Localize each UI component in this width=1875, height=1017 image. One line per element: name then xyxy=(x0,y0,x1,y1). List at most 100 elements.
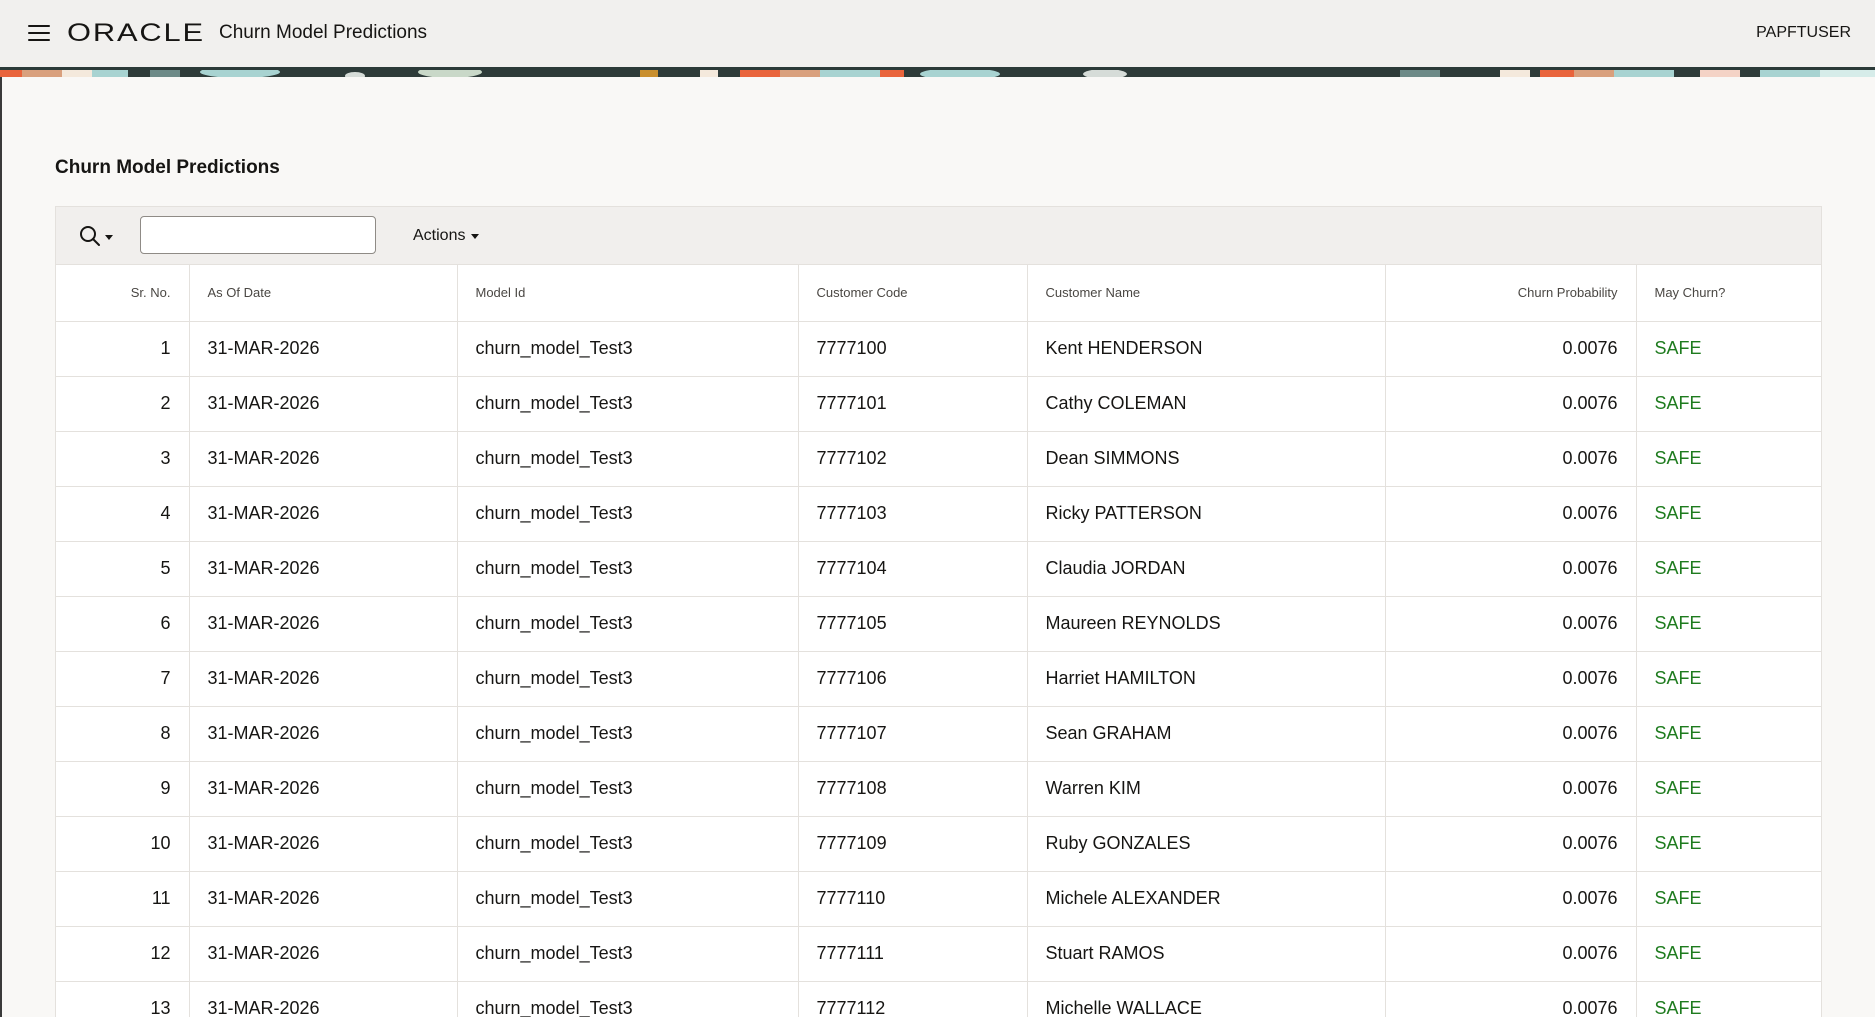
sr-no-cell: 10 xyxy=(56,816,190,872)
sr-no-cell: 6 xyxy=(56,596,190,652)
model-id-cell: churn_model_Test3 xyxy=(457,816,799,872)
as-of-date-cell: 31-MAR-2026 xyxy=(189,926,458,982)
app-header: ORACLE Churn Model Predictions PAPFTUSER xyxy=(0,0,1875,67)
model-id-cell: churn_model_Test3 xyxy=(457,486,799,542)
customer-name-cell: Maureen REYNOLDS xyxy=(1027,596,1386,652)
column-header-customer-code[interactable]: Customer Code xyxy=(798,265,1028,322)
model-id-cell: churn_model_Test3 xyxy=(457,431,799,487)
customer-code-cell: 7777110 xyxy=(798,871,1028,927)
customer-name-cell: Michelle WALLACE xyxy=(1027,981,1386,1017)
customer-name-cell: Kent HENDERSON xyxy=(1027,321,1386,377)
column-header-model-id[interactable]: Model Id xyxy=(457,265,799,322)
sr-no-cell: 12 xyxy=(56,926,190,982)
sr-no-cell: 1 xyxy=(56,321,190,377)
sr-no-cell: 13 xyxy=(56,981,190,1017)
table-row[interactable]: 4 31-MAR-2026 churn_model_Test3 7777103 Rick… xyxy=(56,486,1821,542)
may-churn-cell: SAFE xyxy=(1636,871,1821,927)
table-row[interactable]: 6 31-MAR-2026 churn_model_Test3 7777105 Maur… xyxy=(56,596,1821,652)
table-row[interactable]: 5 31-MAR-2026 churn_model_Test3 7777104 Clau… xyxy=(56,541,1821,597)
as-of-date-cell: 31-MAR-2026 xyxy=(189,596,458,652)
may-churn-cell: SAFE xyxy=(1636,486,1821,542)
sr-no-cell: 9 xyxy=(56,761,190,817)
column-header-may-churn[interactable]: May Churn? xyxy=(1636,265,1821,322)
may-churn-cell: SAFE xyxy=(1636,541,1821,597)
as-of-date-cell: 31-MAR-2026 xyxy=(189,431,458,487)
customer-code-cell: 7777100 xyxy=(798,321,1028,377)
customer-name-cell: Ricky PATTERSON xyxy=(1027,486,1386,542)
customer-name-cell: Warren KIM xyxy=(1027,761,1386,817)
customer-name-cell: Harriet HAMILTON xyxy=(1027,651,1386,707)
churn-probability-cell: 0.0076 xyxy=(1385,926,1637,982)
customer-code-cell: 7777107 xyxy=(798,706,1028,762)
table-row[interactable]: 11 31-MAR-2026 churn_model_Test3 7777110 Mic… xyxy=(56,871,1821,927)
grid-toolbar: Actions xyxy=(55,206,1822,265)
churn-probability-cell: 0.0076 xyxy=(1385,816,1637,872)
as-of-date-cell: 31-MAR-2026 xyxy=(189,981,458,1017)
churn-probability-cell: 0.0076 xyxy=(1385,541,1637,597)
churn-probability-cell: 0.0076 xyxy=(1385,376,1637,432)
actions-label: Actions xyxy=(413,227,466,244)
sr-no-cell: 8 xyxy=(56,706,190,762)
churn-probability-cell: 0.0076 xyxy=(1385,871,1637,927)
window-edge xyxy=(0,77,2,1017)
customer-code-cell: 7777105 xyxy=(798,596,1028,652)
may-churn-cell: SAFE xyxy=(1636,376,1821,432)
column-header-churn-probability[interactable]: Churn Probability xyxy=(1385,265,1637,322)
customer-code-cell: 7777102 xyxy=(798,431,1028,487)
table-row[interactable]: 8 31-MAR-2026 churn_model_Test3 7777107 Sean… xyxy=(56,706,1821,762)
sr-no-cell: 2 xyxy=(56,376,190,432)
may-churn-cell: SAFE xyxy=(1636,761,1821,817)
as-of-date-cell: 31-MAR-2026 xyxy=(189,321,458,377)
customer-name-cell: Cathy COLEMAN xyxy=(1027,376,1386,432)
model-id-cell: churn_model_Test3 xyxy=(457,981,799,1017)
page-title: Churn Model Predictions xyxy=(55,157,280,178)
may-churn-cell: SAFE xyxy=(1636,651,1821,707)
table-row[interactable]: 1 31-MAR-2026 churn_model_Test3 7777100 Kent… xyxy=(56,321,1821,377)
column-header-customer-name[interactable]: Customer Name xyxy=(1027,265,1386,322)
chevron-down-icon xyxy=(105,235,113,240)
customer-name-cell: Stuart RAMOS xyxy=(1027,926,1386,982)
table-row[interactable]: 9 31-MAR-2026 churn_model_Test3 7777108 Warr… xyxy=(56,761,1821,817)
may-churn-cell: SAFE xyxy=(1636,706,1821,762)
customer-code-cell: 7777106 xyxy=(798,651,1028,707)
search-options-button[interactable] xyxy=(74,221,118,251)
model-id-cell: churn_model_Test3 xyxy=(457,321,799,377)
search-input[interactable] xyxy=(140,216,376,254)
table-row[interactable]: 13 31-MAR-2026 churn_model_Test3 7777112 Mic… xyxy=(56,981,1821,1017)
customer-code-cell: 7777108 xyxy=(798,761,1028,817)
table-row[interactable]: 3 31-MAR-2026 churn_model_Test3 7777102 Dean… xyxy=(56,431,1821,487)
decorative-banner xyxy=(0,67,1875,77)
model-id-cell: churn_model_Test3 xyxy=(457,376,799,432)
churn-probability-cell: 0.0076 xyxy=(1385,761,1637,817)
column-header-sr-no[interactable]: Sr. No. xyxy=(56,265,190,322)
as-of-date-cell: 31-MAR-2026 xyxy=(189,706,458,762)
table-row[interactable]: 2 31-MAR-2026 churn_model_Test3 7777101 Cath… xyxy=(56,376,1821,432)
model-id-cell: churn_model_Test3 xyxy=(457,706,799,762)
app-title: Churn Model Predictions xyxy=(219,22,428,43)
hamburger-menu-icon[interactable] xyxy=(26,22,52,44)
customer-name-cell: Sean GRAHAM xyxy=(1027,706,1386,762)
sr-no-cell: 3 xyxy=(56,431,190,487)
column-header-as-of-date[interactable]: As Of Date xyxy=(189,265,458,322)
table-row[interactable]: 12 31-MAR-2026 churn_model_Test3 7777111 Stu… xyxy=(56,926,1821,982)
customer-name-cell: Ruby GONZALES xyxy=(1027,816,1386,872)
oracle-logo: ORACLE xyxy=(67,19,204,47)
churn-probability-cell: 0.0076 xyxy=(1385,706,1637,762)
table-header-row: Sr. No. As Of Date Model Id Customer Cod… xyxy=(56,265,1821,322)
search-icon xyxy=(80,226,113,246)
user-menu[interactable]: PAPFTUSER xyxy=(1756,21,1851,45)
customer-code-cell: 7777109 xyxy=(798,816,1028,872)
table-row[interactable]: 10 31-MAR-2026 churn_model_Test3 7777109 Rub… xyxy=(56,816,1821,872)
churn-probability-cell: 0.0076 xyxy=(1385,596,1637,652)
chevron-down-icon xyxy=(471,233,480,239)
sr-no-cell: 11 xyxy=(56,871,190,927)
customer-name-cell: Michele ALEXANDER xyxy=(1027,871,1386,927)
may-churn-cell: SAFE xyxy=(1636,981,1821,1017)
table-body: 1 31-MAR-2026 churn_model_Test3 7777100 Kent… xyxy=(56,321,1821,1017)
table-row[interactable]: 7 31-MAR-2026 churn_model_Test3 7777106 Harr… xyxy=(56,651,1821,707)
as-of-date-cell: 31-MAR-2026 xyxy=(189,541,458,597)
churn-probability-cell: 0.0076 xyxy=(1385,431,1637,487)
actions-menu-button[interactable]: Actions xyxy=(401,221,491,251)
as-of-date-cell: 31-MAR-2026 xyxy=(189,761,458,817)
as-of-date-cell: 31-MAR-2026 xyxy=(189,376,458,432)
